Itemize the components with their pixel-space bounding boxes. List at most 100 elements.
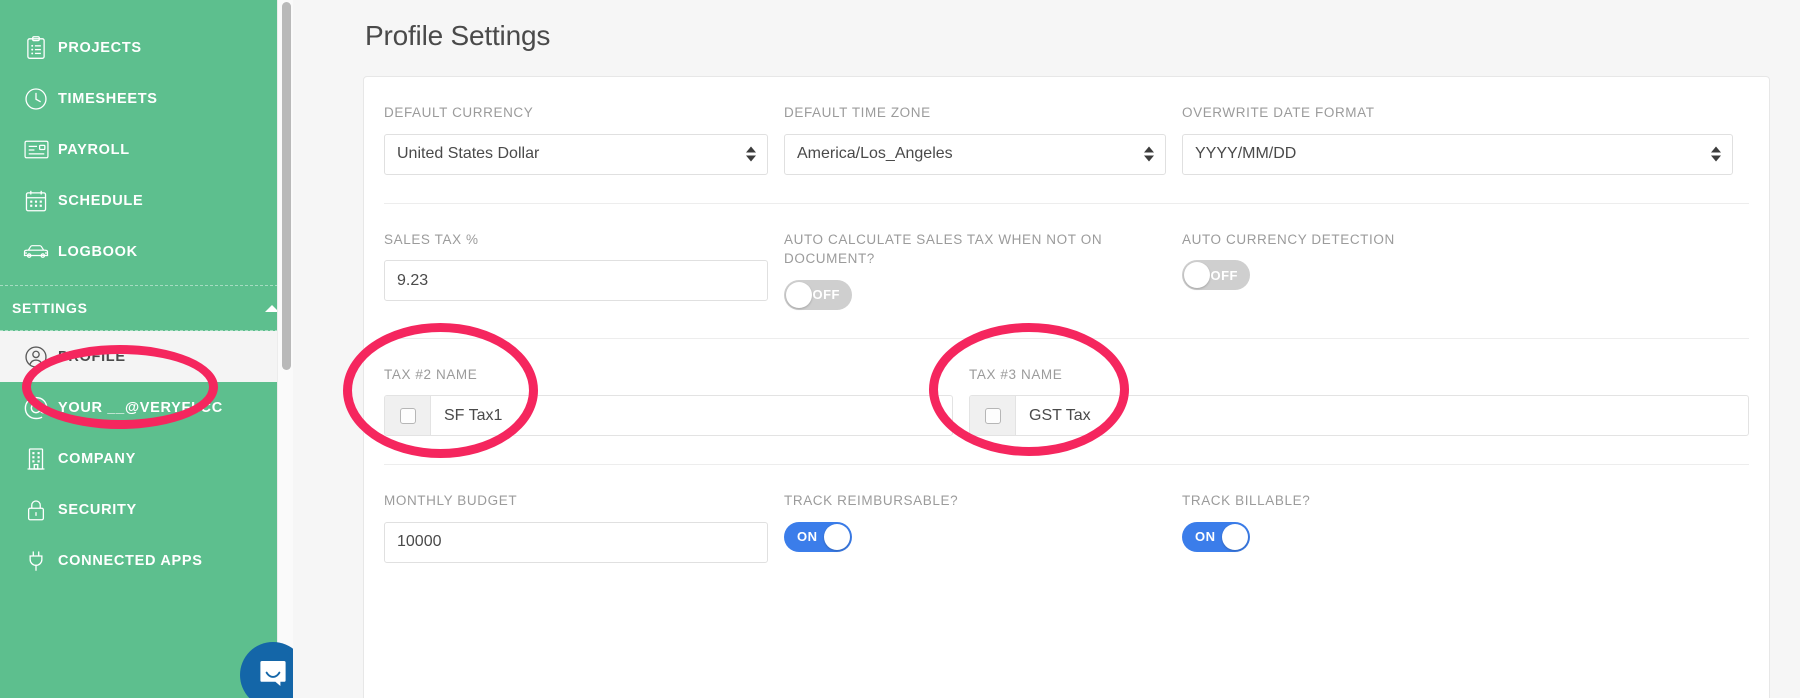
clipboard-icon [14, 35, 58, 61]
toggle-state-label: ON [1195, 529, 1216, 545]
toggle-state-label: OFF [812, 287, 840, 303]
sidebar-item-label: PAYROLL [58, 141, 130, 158]
default-timezone-value: America/Los_Angeles [797, 145, 953, 163]
toggle-knob [786, 281, 812, 308]
chevron-updown-icon [746, 146, 756, 162]
sidebar-item-projects[interactable]: PROJECTS [0, 22, 293, 73]
field-monthly-budget: MONTHLY BUDGET 10000 [384, 491, 784, 563]
field-auto-currency-detection: AUTO CURRENCY DETECTION OFF [1182, 230, 1749, 310]
lock-icon [14, 497, 58, 523]
settings-row-custom-taxes: TAX #2 NAME SF Tax1 TAX #3 NAME GST Tax [384, 339, 1749, 466]
field-track-billable: TRACK BILLABLE? ON [1182, 491, 1749, 563]
at-sign-icon [14, 394, 58, 422]
checkbox-box-icon [984, 407, 1001, 424]
sidebar-item-company[interactable]: COMPANY [0, 433, 293, 484]
field-label: TRACK BILLABLE? [1182, 493, 1311, 509]
field-label: DEFAULT TIME ZONE [784, 105, 931, 120]
monthly-budget-input[interactable]: 10000 [384, 521, 768, 563]
chat-launcher-button[interactable] [240, 642, 293, 698]
sales-tax-value: 9.23 [397, 271, 429, 289]
field-tax3-name: TAX #3 NAME GST Tax [969, 365, 1749, 437]
sidebar-item-profile[interactable]: PROFILE [0, 331, 293, 382]
sidebar-item-timesheets[interactable]: TIMESHEETS [0, 73, 293, 124]
auto-calculate-sales-tax-toggle[interactable]: OFF [784, 279, 852, 310]
page-title: Profile Settings [365, 20, 551, 51]
date-format-select[interactable]: YYYY/MM/DD [1182, 133, 1733, 175]
tax2-enable-checkbox[interactable] [385, 396, 431, 436]
field-date-format: OVERWRITE DATE FORMAT YYYY/MM/DD [1182, 103, 1749, 175]
sidebar-item-connected-apps[interactable]: CONNECTED APPS [0, 535, 293, 586]
toggle-knob [1184, 262, 1210, 289]
default-currency-value: United States Dollar [397, 145, 540, 163]
field-label: OVERWRITE DATE FORMAT [1182, 105, 1375, 120]
tax3-input-group[interactable]: GST Tax [969, 395, 1749, 437]
auto-currency-detection-toggle[interactable]: OFF [1182, 260, 1250, 291]
field-label: AUTO CURRENCY DETECTION [1182, 231, 1395, 247]
chat-bubble-icon [256, 656, 290, 695]
sidebar-settings-group-header[interactable]: SETTINGS [0, 285, 293, 331]
sidebar-item-account-email[interactable]: YOUR __@VERYFI.CC [0, 382, 293, 433]
tax2-name-value: SF Tax1 [444, 406, 503, 424]
field-label: SALES TAX % [384, 231, 479, 247]
sidebar: PROJECTS TIMESHEETS PAYROLL SCHEDULE LOG… [0, 0, 293, 698]
user-circle-icon [14, 344, 58, 370]
settings-group-label: SETTINGS [12, 300, 88, 316]
settings-row-budget-tracking: MONTHLY BUDGET 10000 TRACK REIMBURSABLE?… [384, 465, 1749, 591]
sales-tax-input[interactable]: 9.23 [384, 260, 768, 302]
sidebar-scrollbar-thumb[interactable] [282, 2, 291, 370]
sidebar-item-label: YOUR __@VERYFI.CC [58, 399, 223, 416]
field-sales-tax: SALES TAX % 9.23 [384, 230, 784, 310]
tax3-name-value: GST Tax [1029, 406, 1091, 424]
sidebar-item-label: TIMESHEETS [58, 90, 158, 107]
track-reimbursable-toggle[interactable]: ON [784, 521, 852, 552]
monthly-budget-value: 10000 [397, 533, 442, 551]
sidebar-item-label: SECURITY [58, 501, 137, 518]
chevron-updown-icon [1711, 146, 1721, 162]
sidebar-scrollbar[interactable] [277, 0, 293, 698]
toggle-state-label: ON [797, 529, 818, 545]
field-auto-calculate-sales-tax: AUTO CALCULATE SALES TAX WHEN NOT ON DOC… [784, 230, 1182, 310]
field-label: MONTHLY BUDGET [384, 493, 518, 509]
field-tax2-name: TAX #2 NAME SF Tax1 [384, 365, 969, 437]
track-billable-toggle[interactable]: ON [1182, 521, 1250, 552]
calendar-icon [14, 188, 58, 214]
sidebar-item-payroll[interactable]: PAYROLL [0, 124, 293, 175]
field-default-currency: DEFAULT CURRENCY United States Dollar [384, 103, 784, 175]
date-format-value: YYYY/MM/DD [1195, 145, 1297, 163]
toggle-knob [824, 523, 850, 550]
sidebar-item-label: LOGBOOK [58, 243, 138, 260]
field-label: TAX #3 NAME [969, 366, 1063, 382]
sidebar-item-label: CONNECTED APPS [58, 552, 203, 569]
toggle-state-label: OFF [1210, 267, 1238, 283]
tax3-enable-checkbox[interactable] [970, 396, 1016, 436]
clock-icon [14, 86, 58, 112]
field-track-reimbursable: TRACK REIMBURSABLE? ON [784, 491, 1182, 563]
car-icon [14, 237, 58, 267]
default-timezone-select[interactable]: America/Los_Angeles [784, 133, 1166, 175]
main-content: Profile Settings DEFAULT CURRENCY United… [293, 0, 1800, 698]
tax2-input-group[interactable]: SF Tax1 [384, 395, 953, 437]
settings-row-locale: DEFAULT CURRENCY United States Dollar DE… [384, 77, 1749, 204]
sidebar-item-label: PROFILE [58, 348, 126, 365]
chevron-updown-icon [1144, 146, 1154, 162]
field-label: DEFAULT CURRENCY [384, 105, 534, 120]
sidebar-item-security[interactable]: SECURITY [0, 484, 293, 535]
sidebar-item-label: COMPANY [58, 450, 136, 467]
app-root: PROJECTS TIMESHEETS PAYROLL SCHEDULE LOG… [0, 0, 1800, 698]
profile-settings-card: DEFAULT CURRENCY United States Dollar DE… [363, 76, 1770, 698]
sidebar-primary-nav: PROJECTS TIMESHEETS PAYROLL SCHEDULE LOG… [0, 0, 293, 277]
settings-row-tax: SALES TAX % 9.23 AUTO CALCULATE SALES TA… [384, 204, 1749, 339]
toggle-knob [1222, 523, 1248, 550]
card-icon [14, 136, 58, 163]
sidebar-item-label: SCHEDULE [58, 192, 144, 209]
sidebar-item-schedule[interactable]: SCHEDULE [0, 175, 293, 226]
field-default-timezone: DEFAULT TIME ZONE America/Los_Angeles [784, 103, 1182, 175]
default-currency-select[interactable]: United States Dollar [384, 133, 768, 175]
sidebar-settings-nav: PROFILE YOUR __@VERYFI.CC COMPANY SECURI… [0, 331, 293, 586]
plug-icon [14, 548, 58, 574]
building-icon [14, 446, 58, 472]
field-label: AUTO CALCULATE SALES TAX WHEN NOT ON DOC… [784, 231, 1103, 267]
sidebar-item-label: PROJECTS [58, 39, 142, 56]
field-label: TRACK REIMBURSABLE? [784, 493, 959, 509]
sidebar-item-logbook[interactable]: LOGBOOK [0, 226, 293, 277]
